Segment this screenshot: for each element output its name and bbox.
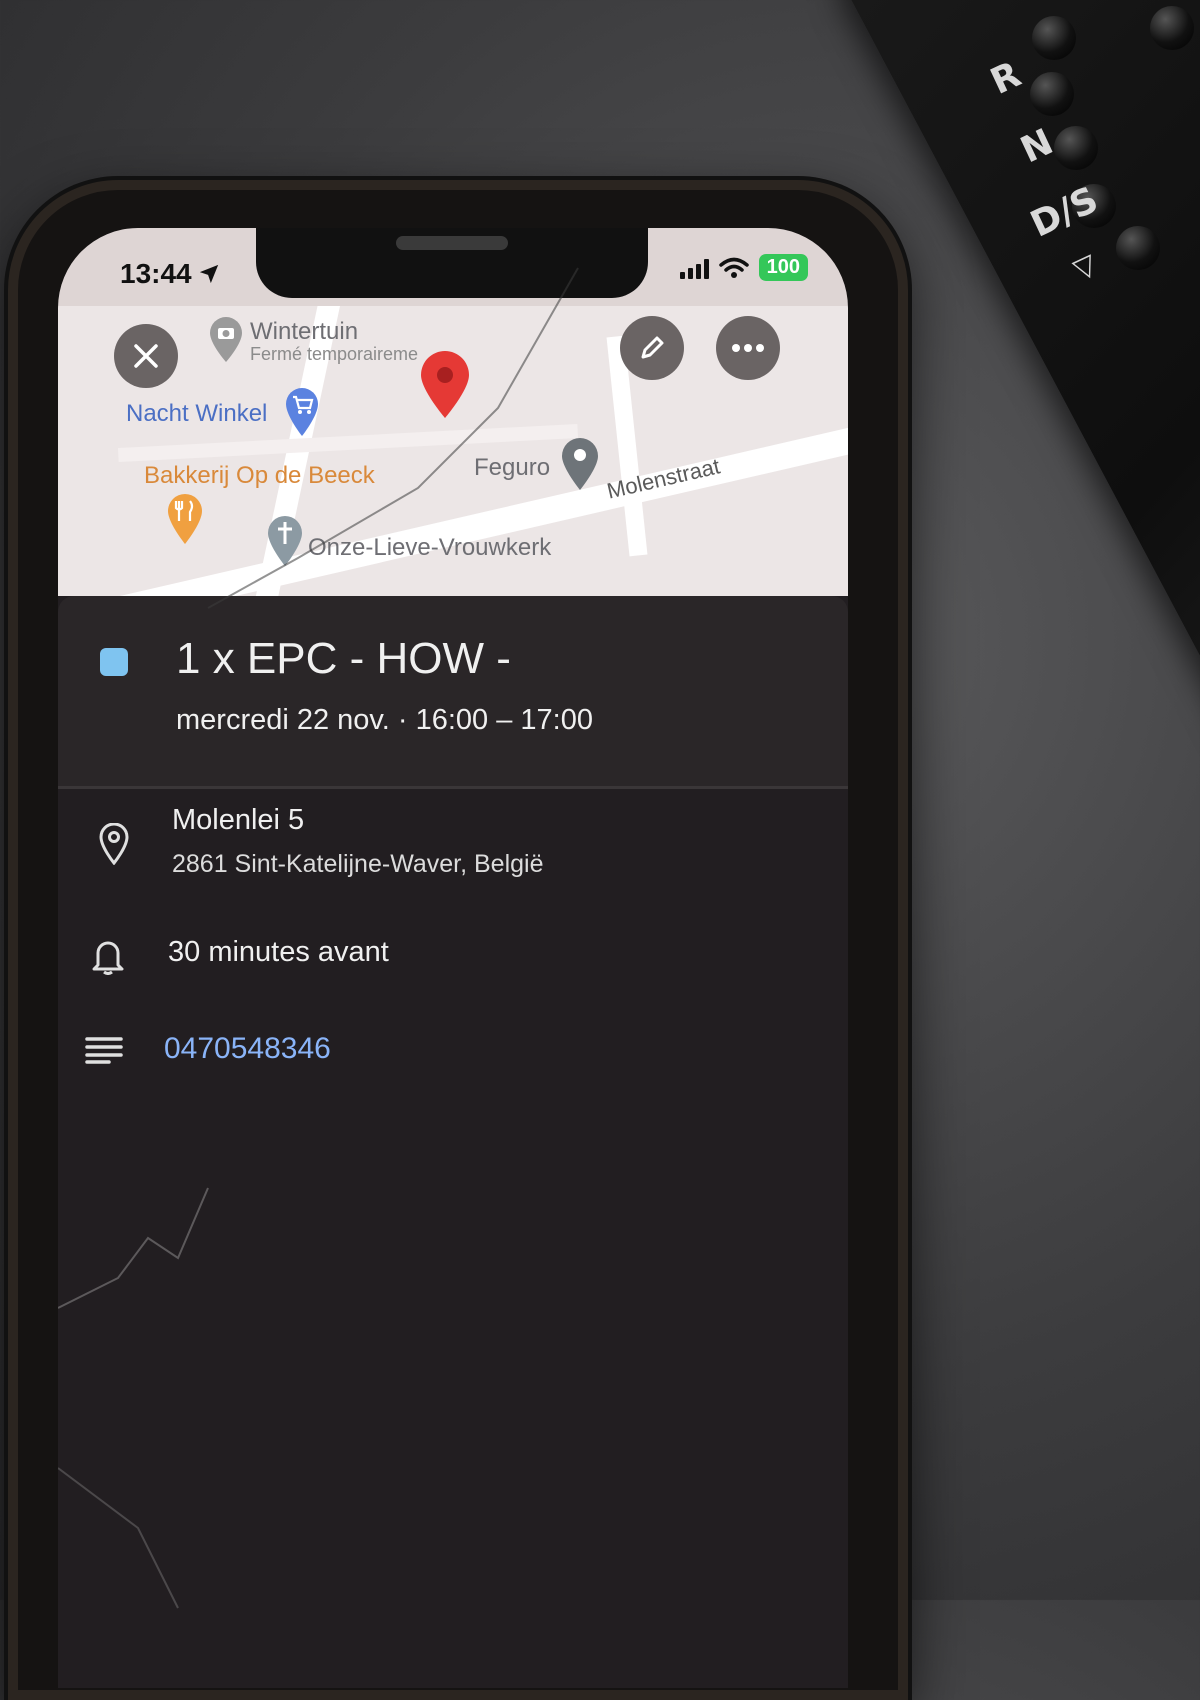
poi-wintertuin[interactable]: Wintertuin bbox=[250, 318, 358, 346]
poi-wintertuin-status: Fermé temporaireme bbox=[250, 344, 419, 364]
church-poi-icon[interactable] bbox=[266, 514, 304, 568]
status-indicators: 100 bbox=[679, 254, 808, 281]
poi-onze-lieve-vrouwkerk[interactable]: Onze-Lieve-Vrouwkerk bbox=[308, 534, 551, 562]
phone-screen: 13:44 100 Wintertuin Fermé temporaireme … bbox=[58, 228, 848, 1688]
pencil-icon bbox=[641, 336, 664, 359]
event-header: 1 x EPC - HOW - mercredi 22 nov. · 16:00… bbox=[58, 596, 848, 786]
console-bead bbox=[1150, 6, 1194, 50]
close-button[interactable] bbox=[114, 324, 178, 388]
status-time: 13:44 bbox=[120, 258, 220, 290]
description-icon bbox=[82, 1030, 126, 1070]
shopping-cart-poi-icon[interactable] bbox=[284, 386, 320, 438]
phone-device: 13:44 100 Wintertuin Fermé temporaireme … bbox=[8, 180, 908, 1700]
edit-button[interactable] bbox=[620, 316, 684, 380]
restaurant-poi-icon[interactable] bbox=[166, 492, 204, 546]
event-description-phone-link[interactable]: 0470548346 bbox=[164, 1032, 331, 1066]
event-location-address[interactable]: 2861 Sint-Katelijne-Waver, België bbox=[172, 850, 544, 879]
poi-nacht-winkel[interactable]: Nacht Winkel bbox=[126, 400, 267, 428]
phone-notch bbox=[256, 228, 648, 298]
status-bar: 13:44 100 bbox=[58, 228, 848, 306]
poi-feguro[interactable]: Feguro bbox=[474, 454, 550, 482]
location-pin-icon bbox=[94, 820, 134, 868]
event-reminder: 30 minutes avant bbox=[168, 936, 389, 968]
close-icon bbox=[134, 344, 158, 368]
divider bbox=[58, 786, 848, 789]
location-arrow-icon bbox=[199, 264, 218, 284]
wifi-icon bbox=[718, 257, 749, 278]
more-options-button[interactable] bbox=[716, 316, 780, 380]
event-datetime: mercredi 22 nov. · 16:00 – 17:00 bbox=[176, 704, 593, 736]
more-icon bbox=[732, 344, 764, 352]
speaker-grille bbox=[396, 236, 508, 250]
red-location-pin-icon bbox=[421, 351, 469, 418]
bell-icon bbox=[88, 934, 128, 978]
console-bead bbox=[1032, 16, 1076, 60]
poi-bakkerij[interactable]: Bakkerij Op de Beeck bbox=[144, 462, 375, 490]
map-view[interactable]: Wintertuin Fermé temporaireme Nacht Wink… bbox=[58, 306, 848, 596]
camera-poi-icon[interactable] bbox=[208, 316, 244, 364]
location-poi-icon[interactable] bbox=[560, 436, 600, 492]
console-bead bbox=[1054, 126, 1098, 170]
event-title: 1 x EPC - HOW - bbox=[176, 634, 511, 683]
status-time-text: 13:44 bbox=[120, 258, 192, 289]
event-detail-sheet: 1 x EPC - HOW - mercredi 22 nov. · 16:00… bbox=[58, 596, 848, 1688]
console-bead bbox=[1116, 226, 1160, 270]
event-location-title[interactable]: Molenlei 5 bbox=[172, 804, 304, 837]
event-color-swatch bbox=[100, 648, 128, 676]
console-bead bbox=[1030, 72, 1074, 116]
battery-indicator: 100 bbox=[758, 254, 808, 281]
signal-icon bbox=[679, 257, 709, 279]
